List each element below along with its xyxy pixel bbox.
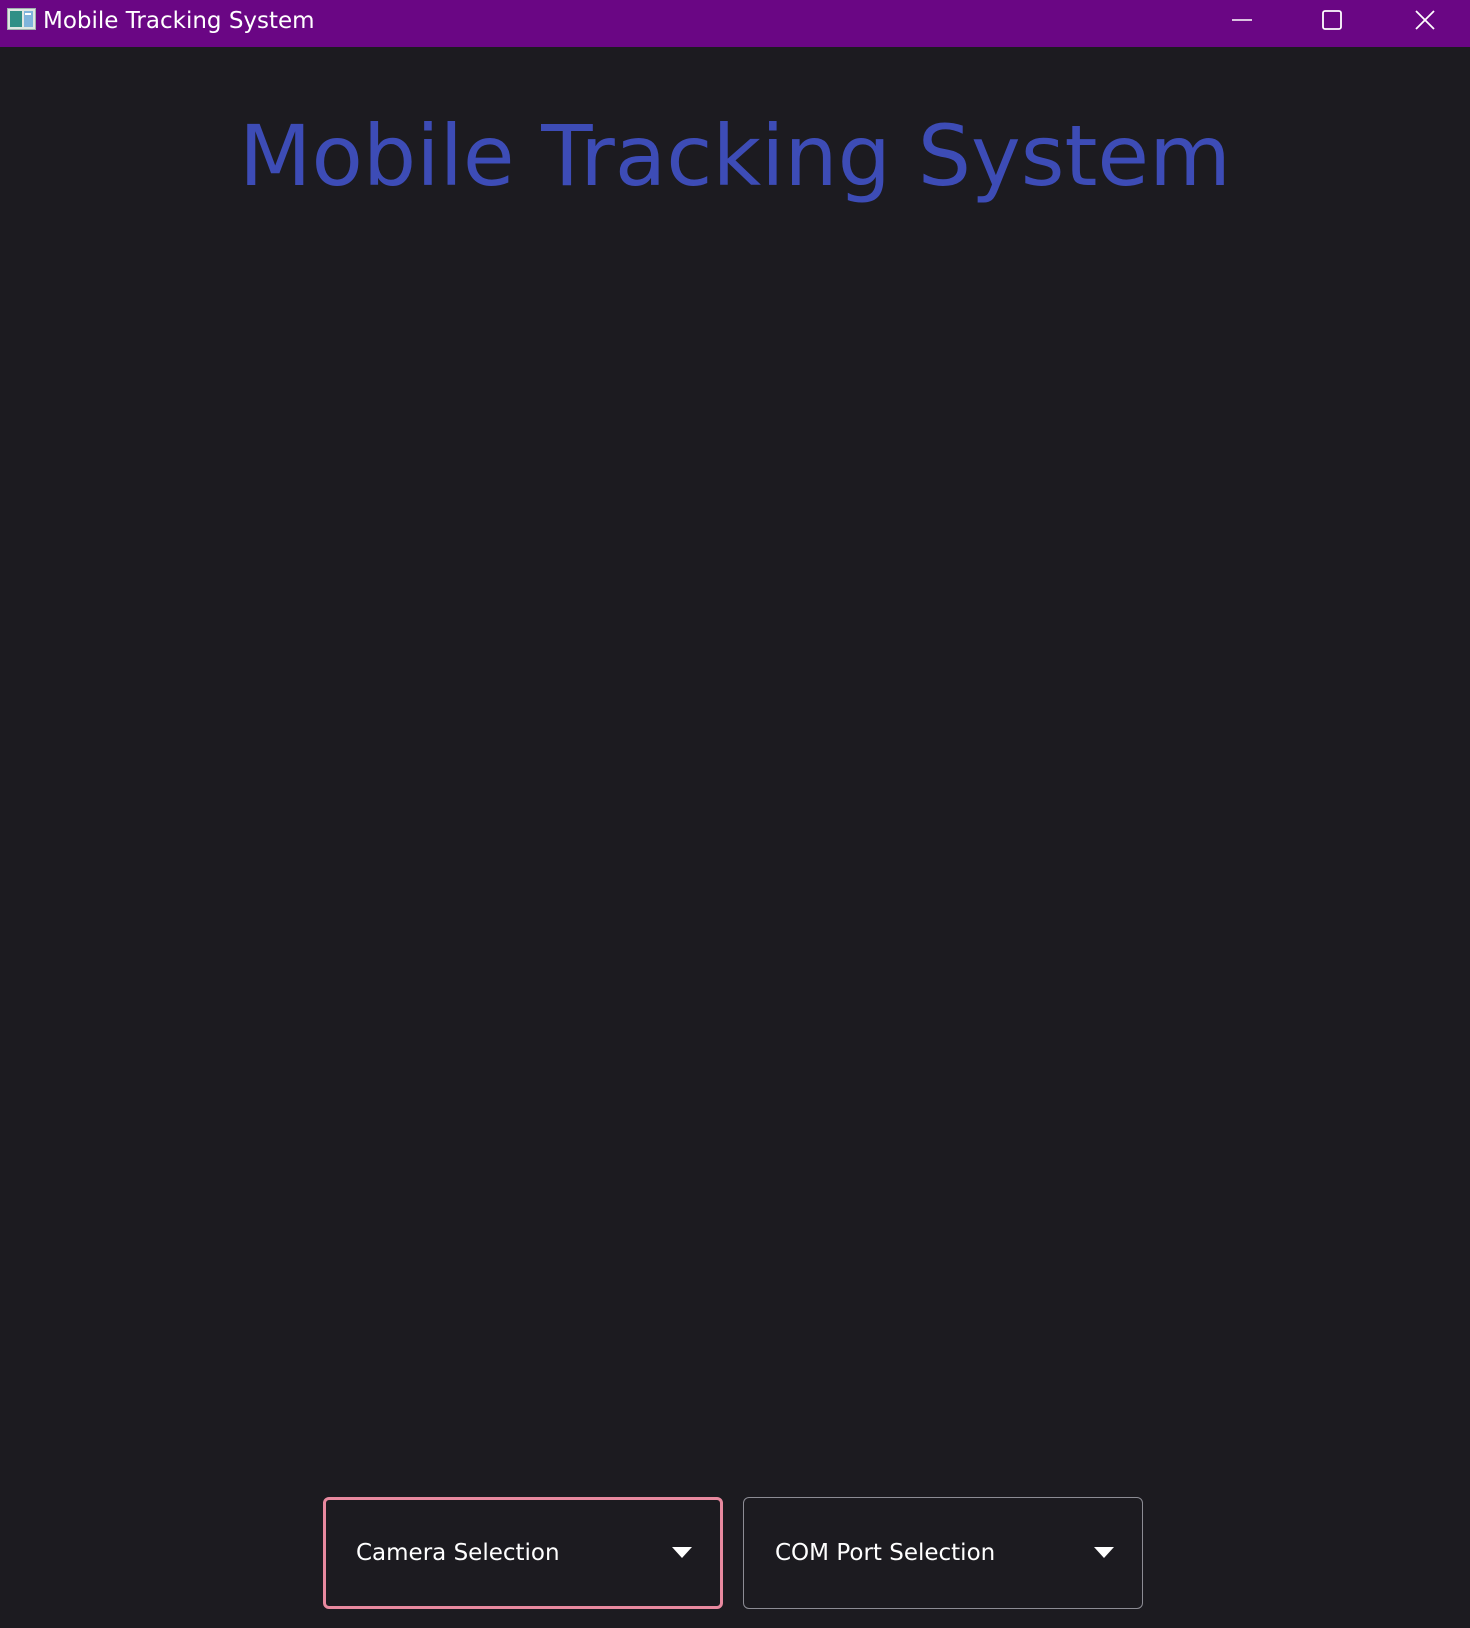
com-port-selection-dropdown[interactable]: COM Port Selection xyxy=(743,1497,1143,1609)
chevron-down-icon xyxy=(672,1547,692,1558)
close-button[interactable] xyxy=(1380,0,1470,40)
window-title: Mobile Tracking System xyxy=(43,8,315,34)
app-window: Mobile Tracking System Mobile Tracking S… xyxy=(0,0,1470,1628)
maximize-button[interactable] xyxy=(1287,0,1377,40)
page-title: Mobile Tracking System xyxy=(239,107,1231,205)
camera-selection-label: Camera Selection xyxy=(356,1540,560,1566)
close-icon xyxy=(1415,10,1435,30)
camera-selection-dropdown[interactable]: Camera Selection xyxy=(323,1497,723,1609)
chevron-down-icon xyxy=(1094,1547,1114,1558)
com-port-selection-label: COM Port Selection xyxy=(775,1540,996,1566)
minimize-button[interactable] xyxy=(1197,0,1287,40)
title-bar[interactable]: Mobile Tracking System xyxy=(0,0,1470,47)
minimize-icon xyxy=(1232,19,1252,21)
app-window-icon xyxy=(7,8,36,30)
maximize-icon xyxy=(1322,10,1342,30)
